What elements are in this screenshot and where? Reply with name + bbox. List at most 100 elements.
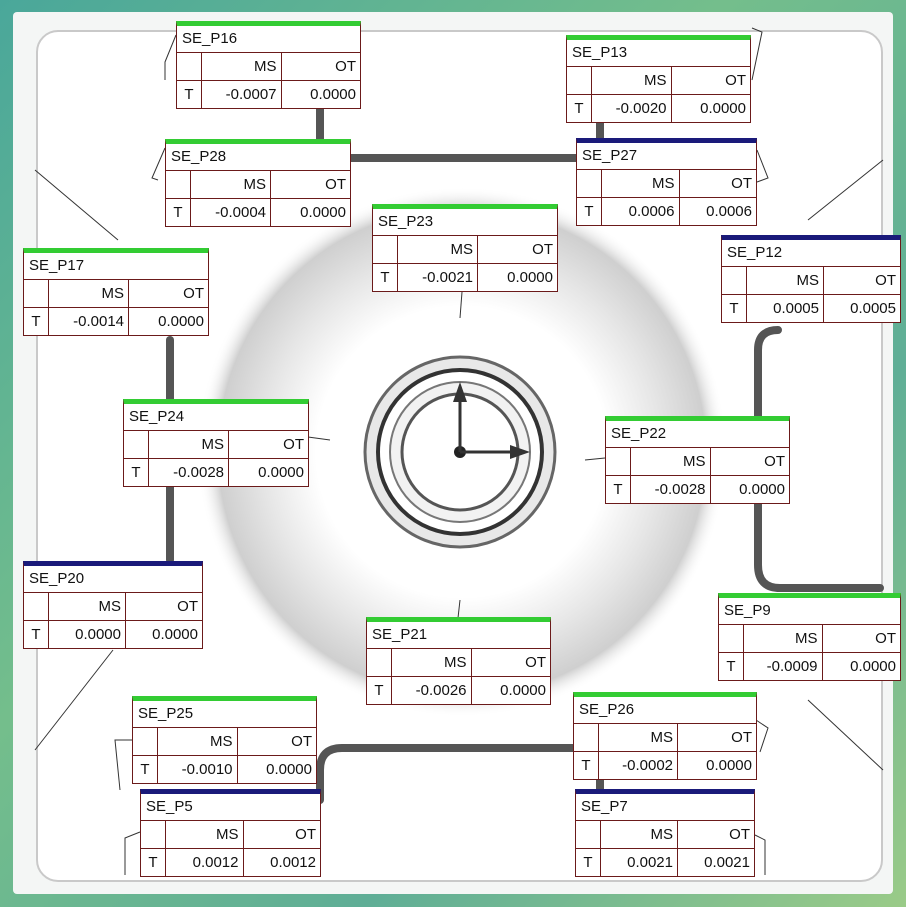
ms-header: MS [631, 448, 711, 475]
row-label: T [124, 459, 149, 486]
ot-header: OT [291, 733, 312, 750]
ot-value: 0.0000 [266, 761, 312, 778]
ms-header: MS [158, 728, 238, 755]
annotation-se-p13[interactable]: SE_P13 MS OT T -0.0020 0.0000 [566, 35, 751, 123]
ot-value: 0.0000 [158, 313, 204, 330]
row-label: T [567, 95, 592, 122]
ot-header: OT [183, 285, 204, 302]
ot-value: 0.0000 [507, 269, 553, 286]
annotation-title: SE_P17 [24, 253, 208, 280]
annotation-se-p16[interactable]: SE_P16 MS OT T -0.0007 0.0000 [176, 21, 361, 109]
ot-value: 0.0000 [500, 682, 546, 699]
annotation-title: SE_P5 [141, 794, 320, 821]
ms-header: MS [602, 170, 680, 197]
row-label: T [24, 308, 49, 335]
ms-value: 0.0012 [166, 849, 244, 876]
row-label: T [166, 199, 191, 226]
row-label: T [133, 756, 158, 783]
ms-header: MS [392, 649, 472, 676]
annotation-title: SE_P9 [719, 598, 900, 625]
row-label: T [606, 476, 631, 503]
ot-header: OT [875, 272, 896, 289]
annotation-se-p28[interactable]: SE_P28 MS OT T -0.0004 0.0000 [165, 139, 351, 227]
annotation-se-p25[interactable]: SE_P25 MS OT T -0.0010 0.0000 [132, 696, 317, 784]
annotation-se-p20[interactable]: SE_P20 MS OT T 0.0000 0.0000 [23, 561, 203, 649]
annotation-title: SE_P13 [567, 40, 750, 67]
annotation-se-p24[interactable]: SE_P24 MS OT T -0.0028 0.0000 [123, 399, 309, 487]
annotation-se-p12[interactable]: SE_P12 MS OT T 0.0005 0.0005 [721, 235, 901, 323]
ot-header: OT [177, 598, 198, 615]
row-label: T [177, 81, 202, 108]
ot-header: OT [729, 826, 750, 843]
ms-value: -0.0002 [599, 752, 678, 779]
ms-value: -0.0014 [49, 308, 129, 335]
row-label: T [574, 752, 599, 779]
ms-value: -0.0007 [202, 81, 282, 108]
ms-header: MS [149, 431, 229, 458]
ms-header: MS [599, 724, 678, 751]
ms-value: 0.0021 [601, 849, 678, 876]
ot-value: 0.0005 [850, 300, 896, 317]
row-label: T [722, 295, 747, 322]
ms-value: -0.0028 [631, 476, 711, 503]
annotation-se-p21[interactable]: SE_P21 MS OT T -0.0026 0.0000 [366, 617, 551, 705]
ot-value: 0.0000 [739, 481, 785, 498]
annotation-se-p17[interactable]: SE_P17 MS OT T -0.0014 0.0000 [23, 248, 209, 336]
ms-header: MS [601, 821, 678, 848]
ot-value: 0.0012 [270, 854, 316, 871]
ms-value: -0.0028 [149, 459, 229, 486]
annotation-se-p23[interactable]: SE_P23 MS OT T -0.0021 0.0000 [372, 204, 558, 292]
ot-value: 0.0000 [152, 626, 198, 643]
annotation-se-p27[interactable]: SE_P27 MS OT T 0.0006 0.0006 [576, 138, 757, 226]
annotation-title: SE_P12 [722, 240, 900, 267]
ot-value: 0.0006 [706, 203, 752, 220]
ot-value: 0.0000 [850, 658, 896, 675]
row-label: T [24, 621, 49, 648]
ot-header: OT [283, 436, 304, 453]
annotation-title: SE_P20 [24, 566, 202, 593]
annotation-se-p9[interactable]: SE_P9 MS OT T -0.0009 0.0000 [718, 593, 901, 681]
annotation-se-p22[interactable]: SE_P22 MS OT T -0.0028 0.0000 [605, 416, 790, 504]
ms-header: MS [398, 236, 478, 263]
ms-header: MS [747, 267, 824, 294]
ot-value: 0.0000 [700, 100, 746, 117]
center-feature [363, 355, 557, 549]
annotation-se-p7[interactable]: SE_P7 MS OT T 0.0021 0.0021 [575, 789, 755, 877]
ms-value: 0.0006 [602, 198, 680, 225]
ot-header: OT [335, 58, 356, 75]
ms-value: -0.0010 [158, 756, 238, 783]
row-label: T [373, 264, 398, 291]
ms-header: MS [202, 53, 282, 80]
ot-header: OT [764, 453, 785, 470]
ot-header: OT [731, 729, 752, 746]
ot-header: OT [725, 72, 746, 89]
annotation-title: SE_P24 [124, 404, 308, 431]
annotation-title: SE_P25 [133, 701, 316, 728]
ms-header: MS [191, 171, 271, 198]
ms-value: -0.0004 [191, 199, 271, 226]
ms-value: -0.0026 [392, 677, 472, 704]
annotation-se-p5[interactable]: SE_P5 MS OT T 0.0012 0.0012 [140, 789, 321, 877]
annotation-title: SE_P26 [574, 697, 756, 724]
ot-value: 0.0000 [300, 204, 346, 221]
ot-value: 0.0000 [706, 757, 752, 774]
annotation-se-p26[interactable]: SE_P26 MS OT T -0.0002 0.0000 [573, 692, 757, 780]
ms-value: 0.0005 [747, 295, 824, 322]
ms-value: -0.0020 [592, 95, 672, 122]
row-label: T [719, 653, 744, 680]
ms-value: -0.0009 [744, 653, 823, 680]
ot-value: 0.0000 [258, 464, 304, 481]
ms-value: 0.0000 [49, 621, 126, 648]
ot-header: OT [532, 241, 553, 258]
ot-header: OT [731, 175, 752, 192]
ms-header: MS [166, 821, 244, 848]
row-label: T [367, 677, 392, 704]
ms-header: MS [592, 67, 672, 94]
annotation-title: SE_P22 [606, 421, 789, 448]
annotation-title: SE_P28 [166, 144, 350, 171]
ms-value: -0.0021 [398, 264, 478, 291]
ms-header: MS [49, 593, 126, 620]
annotation-title: SE_P27 [577, 143, 756, 170]
ot-value: 0.0000 [310, 86, 356, 103]
annotation-title: SE_P23 [373, 209, 557, 236]
